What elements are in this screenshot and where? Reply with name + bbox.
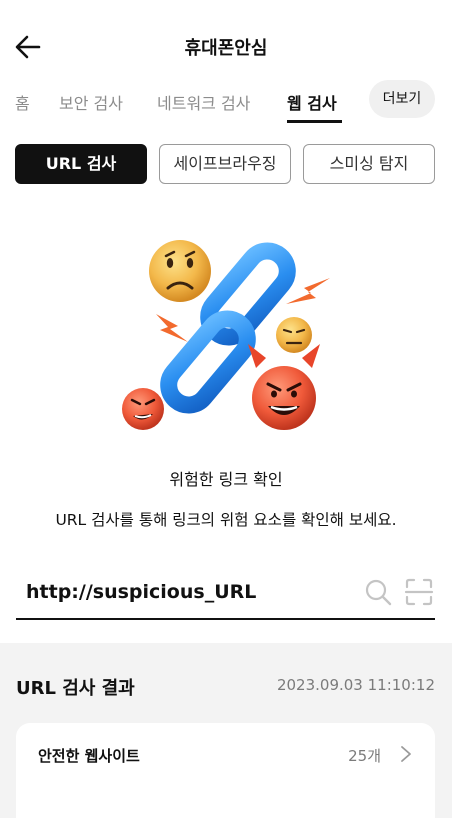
more-button[interactable]: 더보기 xyxy=(369,80,435,118)
app-header: 휴대폰안심 xyxy=(0,0,452,88)
active-tab-indicator xyxy=(287,120,342,123)
page-title: 휴대폰안심 xyxy=(184,38,268,59)
safe-websites-count: 25개 xyxy=(348,747,381,765)
result-card-safe-websites[interactable]: 안전한 웹사이트 25개 xyxy=(16,723,435,833)
search-icon[interactable] xyxy=(364,578,392,606)
hero-description: URL 검사를 통해 링크의 위험 요소를 확인해 보세요. xyxy=(55,511,397,529)
tab-security-scan[interactable]: 보안 검사 xyxy=(59,90,123,114)
url-input-field[interactable]: http://suspicious_URL xyxy=(16,572,435,620)
tab-home[interactable]: 홈 xyxy=(15,90,30,114)
url-input-value[interactable]: http://suspicious_URL xyxy=(26,581,256,603)
tab-bar: 홈 보안 검사 네트워크 검사 웹 검사 더보기 xyxy=(0,80,452,124)
hero-headline: 위험한 링크 확인 xyxy=(169,470,283,489)
qr-scan-icon[interactable] xyxy=(404,577,434,607)
chevron-right-icon[interactable] xyxy=(399,745,413,763)
broken-link-illustration xyxy=(122,240,330,430)
scan-results-section: URL 검사 결과 2023.09.03 11:10:12 안전한 웹사이트 2… xyxy=(0,643,452,833)
tab-web-scan[interactable]: 웹 검사 xyxy=(287,90,337,114)
chip-smishing-detection[interactable]: 스미싱 탐지 xyxy=(303,144,435,184)
results-title: URL 검사 결과 xyxy=(16,678,135,699)
chip-url-scan[interactable]: URL 검사 xyxy=(15,144,147,184)
tab-network-scan[interactable]: 네트워크 검사 xyxy=(157,90,250,114)
safe-websites-label: 안전한 웹사이트 xyxy=(38,747,140,765)
chip-safe-browsing[interactable]: 세이프브라우징 xyxy=(159,144,291,184)
results-timestamp: 2023.09.03 11:10:12 xyxy=(276,676,435,694)
